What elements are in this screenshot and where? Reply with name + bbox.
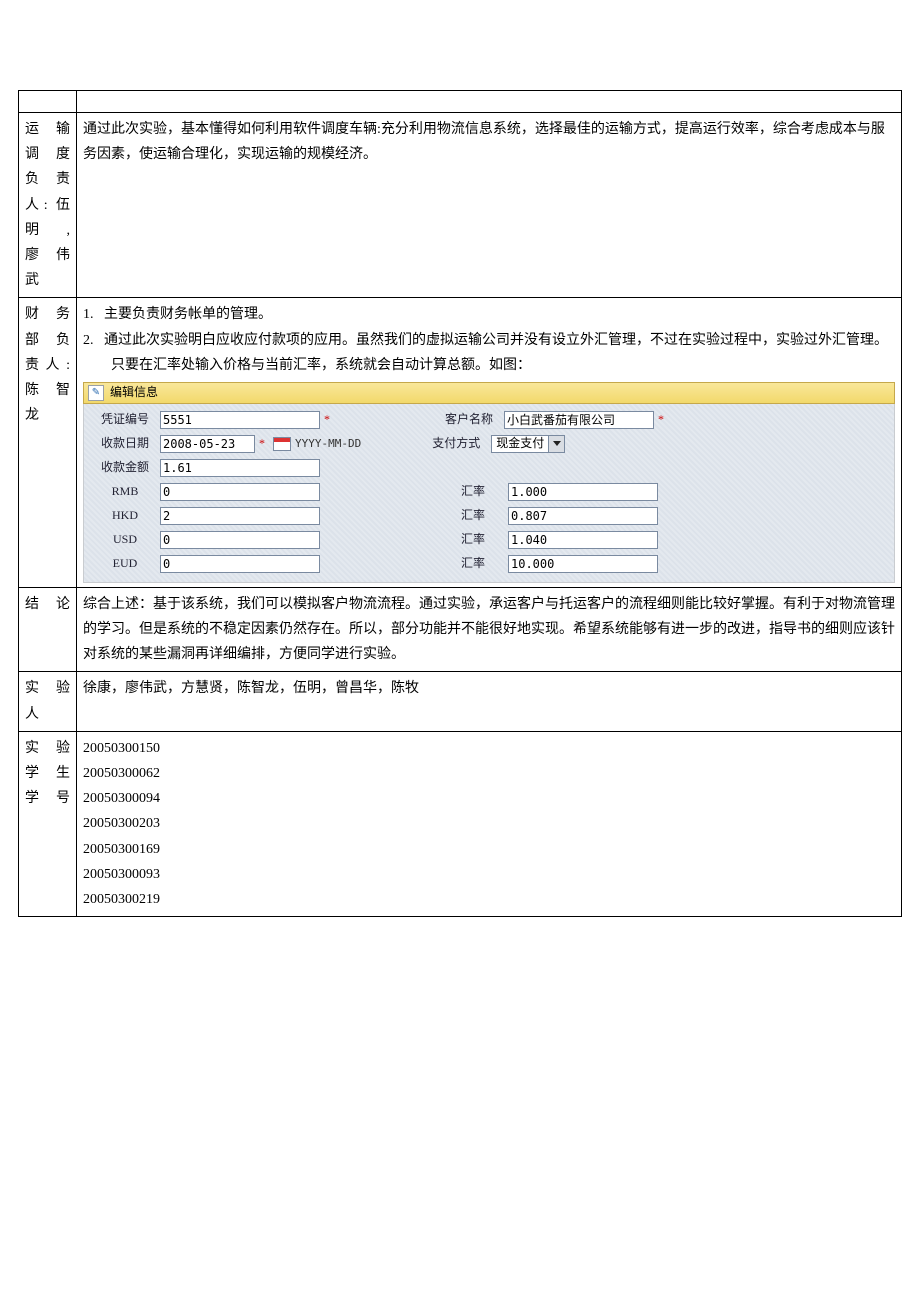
label-recv-amount: 收款金额 — [90, 457, 160, 479]
student-id: 20050300219 — [83, 887, 895, 912]
row-experimenters-content: 徐康，廖伟武，方慧贤，陈智龙，伍明，曾昌华，陈牧 — [77, 672, 902, 731]
edit-info-form: ✎ 编辑信息 凭证编号 5551 * 客户名称 小白武番茄有限公司 * — [83, 382, 895, 583]
student-id: 20050300169 — [83, 837, 895, 862]
form-row-1: 凭证编号 5551 * 客户名称 小白武番茄有限公司 * — [90, 408, 888, 432]
label-rate-eud: 汇率 — [438, 553, 508, 575]
student-id: 20050300093 — [83, 862, 895, 887]
label-usd: USD — [90, 529, 160, 551]
select-pay-method[interactable]: 现金支付 — [491, 435, 565, 453]
row-experimenters: 实 验 人 徐康，廖伟武，方慧贤，陈智龙，伍明，曾昌华，陈牧 — [19, 672, 902, 731]
input-eud[interactable]: 0 — [160, 555, 320, 573]
form-body: 凭证编号 5551 * 客户名称 小白武番茄有限公司 * 收款日期 2008-0… — [83, 404, 895, 583]
input-recv-amount[interactable]: 1.61 — [160, 459, 320, 477]
input-voucher-no[interactable]: 5551 — [160, 411, 320, 429]
input-usd[interactable]: 0 — [160, 531, 320, 549]
row-conclusion: 结论 综合上述：基于该系统，我们可以模拟客户物流流程。通过实验，承运客户与托运客… — [19, 587, 902, 672]
label-voucher-no: 凭证编号 — [90, 409, 160, 431]
label-rmb: RMB — [90, 481, 160, 503]
finance-list: 1.主要负责财务帐单的管理。 2.通过此次实验明白应收应付款项的应用。虽然我们的… — [83, 302, 895, 378]
form-row-eud: EUD 0 汇率 10.000 — [90, 552, 888, 576]
chevron-down-icon — [548, 436, 564, 452]
date-format-hint: YYYY-MM-DD — [295, 434, 361, 454]
student-id: 20050300094 — [83, 786, 895, 811]
student-id: 20050300062 — [83, 761, 895, 786]
required-star-icon: * — [320, 409, 334, 431]
required-star-icon: * — [255, 433, 269, 455]
form-row-2: 收款日期 2008-05-23 * YYYY-MM-DD 支付方式 现金支付 — [90, 432, 888, 456]
row-transport-label: 运 输 调 度 负 责 人: 伍 明 , 廖 伟 武 — [19, 113, 77, 298]
label-rate-hkd: 汇率 — [438, 505, 508, 527]
student-id: 20050300203 — [83, 811, 895, 836]
row-finance-content: 1.主要负责财务帐单的管理。 2.通过此次实验明白应收应付款项的应用。虽然我们的… — [77, 298, 902, 588]
row-finance: 财 务 部 负 责人: 陈 智 龙 1.主要负责财务帐单的管理。 2.通过此次实… — [19, 298, 902, 588]
label-customer-name: 客户名称 — [434, 409, 504, 431]
label-rate-usd: 汇率 — [438, 529, 508, 551]
row-transport-content: 通过此次实验，基本懂得如何利用软件调度车辆:充分利用物流信息系统，选择最佳的运输… — [77, 113, 902, 298]
form-row-3: 收款金额 1.61 — [90, 456, 888, 480]
input-rmb[interactable]: 0 — [160, 483, 320, 501]
form-row-rmb: RMB 0 汇率 1.000 — [90, 480, 888, 504]
label-eud: EUD — [90, 553, 160, 575]
label-hkd: HKD — [90, 505, 160, 527]
input-recv-date[interactable]: 2008-05-23 — [160, 435, 255, 453]
label-pay-method: 支付方式 — [421, 433, 491, 455]
label-recv-date: 收款日期 — [90, 433, 160, 455]
document-table: 运 输 调 度 负 责 人: 伍 明 , 廖 伟 武 通过此次实验，基本懂得如何… — [18, 90, 902, 917]
row-student-ids-label: 实 验 学 生 学号 — [19, 731, 77, 916]
form-header: ✎ 编辑信息 — [83, 382, 895, 404]
input-usd-rate[interactable]: 1.040 — [508, 531, 658, 549]
input-hkd[interactable]: 2 — [160, 507, 320, 525]
calendar-icon[interactable] — [273, 437, 291, 451]
list-item: 1.主要负责财务帐单的管理。 — [83, 302, 895, 327]
row-conclusion-content: 综合上述：基于该系统，我们可以模拟客户物流流程。通过实验，承运客户与托运客户的流… — [77, 587, 902, 672]
empty-header-row — [19, 91, 902, 113]
form-row-hkd: HKD 2 汇率 0.807 — [90, 504, 888, 528]
input-hkd-rate[interactable]: 0.807 — [508, 507, 658, 525]
row-conclusion-label: 结论 — [19, 587, 77, 672]
list-item: 2.通过此次实验明白应收应付款项的应用。虽然我们的虚拟运输公司并没有设立外汇管理… — [83, 328, 895, 378]
form-title: 编辑信息 — [110, 382, 158, 404]
row-student-ids-content: 20050300150 20050300062 20050300094 2005… — [77, 731, 902, 916]
pencil-icon: ✎ — [88, 385, 104, 401]
row-student-ids: 实 验 学 生 学号 20050300150 20050300062 20050… — [19, 731, 902, 916]
input-rmb-rate[interactable]: 1.000 — [508, 483, 658, 501]
input-customer-name[interactable]: 小白武番茄有限公司 — [504, 411, 654, 429]
form-row-usd: USD 0 汇率 1.040 — [90, 528, 888, 552]
row-transport: 运 输 调 度 负 责 人: 伍 明 , 廖 伟 武 通过此次实验，基本懂得如何… — [19, 113, 902, 298]
label-rate-rmb: 汇率 — [438, 481, 508, 503]
student-id: 20050300150 — [83, 736, 895, 761]
row-finance-label: 财 务 部 负 责人: 陈 智 龙 — [19, 298, 77, 588]
required-star-icon: * — [654, 409, 668, 431]
row-experimenters-label: 实 验 人 — [19, 672, 77, 731]
input-eud-rate[interactable]: 10.000 — [508, 555, 658, 573]
